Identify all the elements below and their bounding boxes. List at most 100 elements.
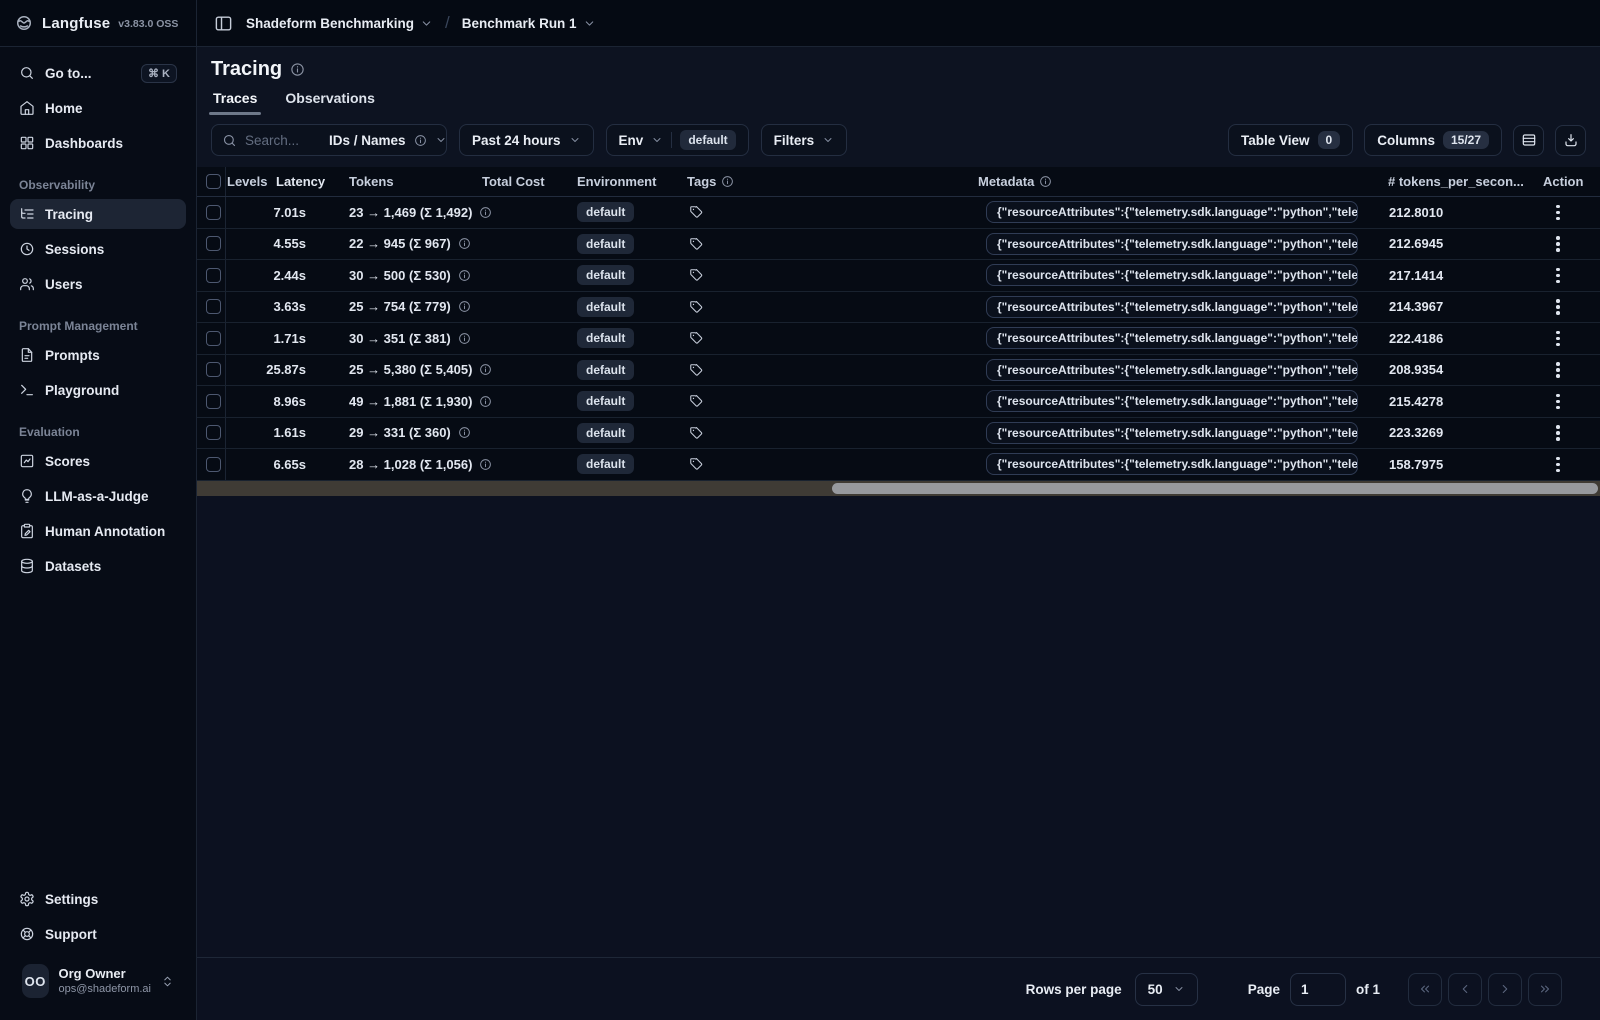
sidebar-item-tracing[interactable]: Tracing	[10, 199, 186, 229]
metadata-pill[interactable]: {"resourceAttributes":{"telemetry.sdk.la…	[986, 327, 1358, 350]
env-dropdown[interactable]: Env default	[605, 124, 749, 156]
account-email: ops@shadeform.ai	[58, 982, 152, 995]
tags-cell[interactable]	[687, 449, 972, 480]
time-range-value: Past 24 hours	[472, 132, 561, 148]
tokens-per-second-cell: 214.3967	[1389, 299, 1444, 315]
table-row[interactable]: 7.01s 23 → 1,469 (Σ 1,492) default {"res…	[197, 197, 1600, 229]
col-header-levels[interactable]: Levels	[226, 174, 276, 189]
time-range-dropdown[interactable]: Past 24 hours	[459, 124, 594, 156]
row-checkbox[interactable]	[206, 299, 221, 315]
sidebar-toggle-button[interactable]	[210, 10, 236, 36]
kebab-menu-icon[interactable]	[1552, 390, 1564, 414]
col-header-latency[interactable]: Latency	[276, 174, 340, 189]
first-page-button[interactable]	[1408, 972, 1442, 1006]
metadata-pill[interactable]: {"resourceAttributes":{"telemetry.sdk.la…	[986, 295, 1358, 318]
kebab-menu-icon[interactable]	[1552, 232, 1564, 256]
table-row[interactable]: 6.65s 28 → 1,028 (Σ 1,056) default {"res…	[197, 449, 1600, 481]
row-checkbox[interactable]	[206, 330, 221, 346]
tags-cell[interactable]	[687, 418, 972, 449]
metadata-pill[interactable]: {"resourceAttributes":{"telemetry.sdk.la…	[986, 232, 1358, 255]
table-row[interactable]: 25.87s 25 → 5,380 (Σ 5,405) default {"re…	[197, 354, 1600, 386]
page-number-input[interactable]	[1289, 972, 1346, 1006]
sidebar-item-datasets[interactable]: Datasets	[10, 551, 186, 581]
row-checkbox[interactable]	[206, 362, 221, 378]
tokens-per-second-cell: 212.6945	[1389, 236, 1444, 252]
table-row[interactable]: 1.61s 29 → 331 (Σ 360) default {"resourc…	[197, 417, 1600, 449]
breadcrumb-project[interactable]: Shadeform Benchmarking	[246, 16, 433, 31]
tags-cell[interactable]	[687, 323, 972, 354]
tags-cell[interactable]	[687, 260, 972, 291]
filters-dropdown[interactable]: Filters	[760, 124, 848, 156]
col-header-total-cost[interactable]: Total Cost	[470, 174, 577, 189]
col-header-tokens-per-second[interactable]: # tokens_per_secon...	[1388, 174, 1535, 189]
row-checkbox[interactable]	[206, 425, 221, 441]
tab-traces[interactable]: Traces	[208, 90, 262, 115]
scrollbar-thumb[interactable]	[832, 482, 1598, 494]
col-header-metadata[interactable]: Metadata	[972, 174, 1388, 189]
sidebar-item-support[interactable]: Support	[10, 919, 186, 949]
action-cell	[1535, 449, 1600, 480]
search-input[interactable]	[245, 132, 321, 148]
sidebar-item-users[interactable]: Users	[10, 269, 186, 299]
latency-cell: 8.96s	[273, 393, 306, 409]
tags-cell[interactable]	[687, 292, 972, 323]
sidebar-item-scores[interactable]: Scores	[10, 446, 186, 476]
row-checkbox[interactable]	[206, 456, 221, 472]
metadata-pill[interactable]: {"resourceAttributes":{"telemetry.sdk.la…	[986, 453, 1358, 476]
columns-button[interactable]: Columns 15/27	[1364, 124, 1502, 156]
kebab-menu-icon[interactable]	[1552, 358, 1564, 382]
sidebar-item-prompts[interactable]: Prompts	[10, 340, 186, 370]
kebab-menu-icon[interactable]	[1552, 453, 1564, 477]
sidebar-item-goto[interactable]: Go to... ⌘ K	[10, 58, 186, 88]
tab-observations[interactable]: Observations	[283, 90, 376, 115]
tokens-per-second-cell: 158.7975	[1389, 456, 1444, 472]
table-header-row: Levels Latency Tokens Total Cost Environ…	[197, 167, 1600, 197]
col-header-environment[interactable]: Environment	[577, 174, 687, 189]
sidebar-item-settings[interactable]: Settings	[10, 884, 186, 914]
kebab-menu-icon[interactable]	[1552, 327, 1564, 351]
metadata-pill[interactable]: {"resourceAttributes":{"telemetry.sdk.la…	[986, 264, 1358, 287]
breadcrumb-run[interactable]: Benchmark Run 1	[462, 16, 596, 31]
metadata-pill[interactable]: {"resourceAttributes":{"telemetry.sdk.la…	[986, 390, 1358, 413]
kebab-menu-icon[interactable]	[1552, 421, 1564, 445]
sidebar-item-home[interactable]: Home	[10, 93, 186, 123]
horizontal-scrollbar[interactable]	[197, 480, 1600, 496]
table-row[interactable]: 3.63s 25 → 754 (Σ 779) default {"resourc…	[197, 291, 1600, 323]
tags-cell[interactable]	[687, 229, 972, 260]
table-view-button[interactable]: Table View 0	[1227, 124, 1354, 156]
previous-page-button[interactable]	[1448, 972, 1482, 1006]
tags-cell[interactable]	[687, 197, 972, 228]
export-button[interactable]	[1555, 124, 1586, 156]
kebab-menu-icon[interactable]	[1552, 295, 1564, 319]
rows-per-page-select[interactable]: 50	[1134, 972, 1198, 1006]
table-row[interactable]: 1.71s 30 → 351 (Σ 381) default {"resourc…	[197, 323, 1600, 355]
row-checkbox[interactable]	[206, 236, 221, 252]
last-page-button[interactable]	[1528, 972, 1562, 1006]
col-header-tokens[interactable]: Tokens	[340, 174, 470, 189]
sidebar-item-human-annotation[interactable]: Human Annotation	[10, 516, 186, 546]
select-all-checkbox[interactable]	[206, 174, 221, 189]
search-control[interactable]: IDs / Names	[211, 124, 447, 156]
col-header-action[interactable]: Action	[1535, 174, 1600, 189]
sidebar-item-playground[interactable]: Playground	[10, 375, 186, 405]
tags-cell[interactable]	[687, 386, 972, 417]
metadata-pill[interactable]: {"resourceAttributes":{"telemetry.sdk.la…	[986, 358, 1358, 381]
row-checkbox[interactable]	[206, 267, 221, 283]
table-row[interactable]: 8.96s 49 → 1,881 (Σ 1,930) default {"res…	[197, 386, 1600, 418]
kebab-menu-icon[interactable]	[1552, 264, 1564, 288]
table-row[interactable]: 2.44s 30 → 500 (Σ 530) default {"resourc…	[197, 260, 1600, 292]
next-page-button[interactable]	[1488, 972, 1522, 1006]
col-header-tags[interactable]: Tags	[687, 174, 972, 189]
kebab-menu-icon[interactable]	[1552, 201, 1564, 225]
sidebar-item-llm-judge[interactable]: LLM-as-a-Judge	[10, 481, 186, 511]
tags-cell[interactable]	[687, 355, 972, 386]
sidebar-item-sessions[interactable]: Sessions	[10, 234, 186, 264]
row-checkbox[interactable]	[206, 204, 221, 220]
row-checkbox[interactable]	[206, 393, 221, 409]
metadata-pill[interactable]: {"resourceAttributes":{"telemetry.sdk.la…	[986, 421, 1358, 444]
sidebar-item-dashboards[interactable]: Dashboards	[10, 128, 186, 158]
row-height-button[interactable]	[1513, 124, 1544, 156]
table-row[interactable]: 4.55s 22 → 945 (Σ 967) default {"resourc…	[197, 228, 1600, 260]
metadata-pill[interactable]: {"resourceAttributes":{"telemetry.sdk.la…	[986, 201, 1358, 224]
account-switcher[interactable]: OO Org Owner ops@shadeform.ai	[10, 954, 186, 1012]
